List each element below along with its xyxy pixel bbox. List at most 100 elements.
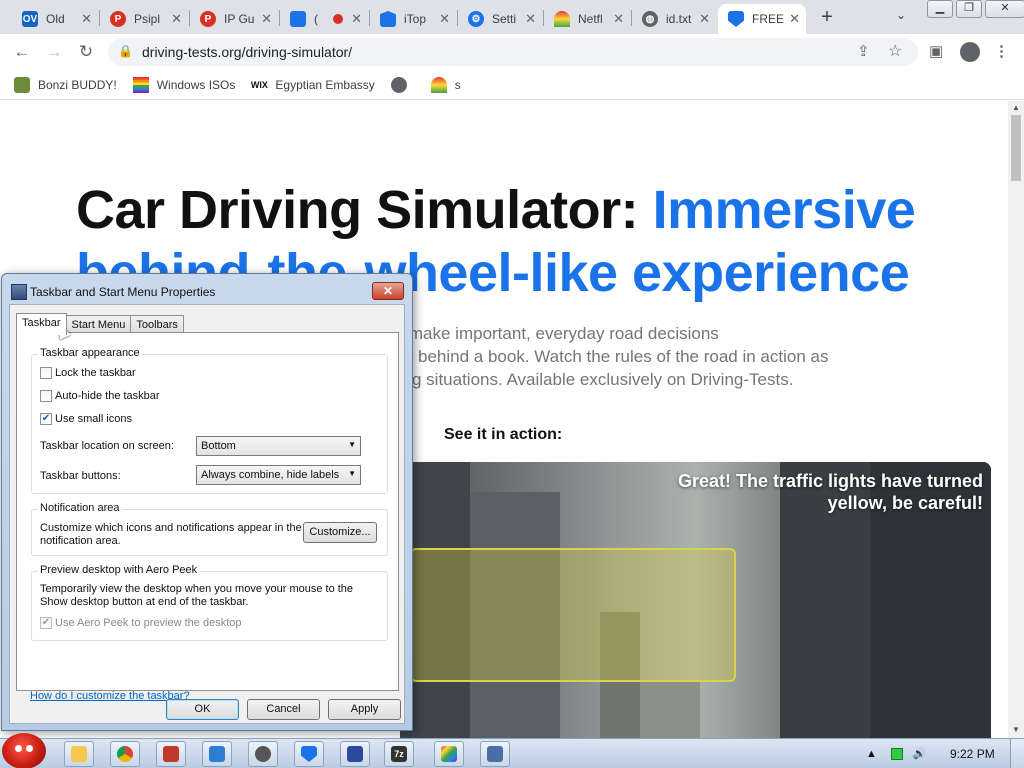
taskbar-security-button[interactable] (294, 741, 324, 767)
taskbar-chrome-button[interactable] (110, 741, 140, 767)
7zip-icon: 7z (391, 746, 407, 762)
address-bar[interactable]: 🔒 driving-tests.org/driving-simulator/ ⇪… (108, 38, 918, 66)
media-icon (163, 746, 179, 762)
small-icons-checkbox-row[interactable]: ✔ Use small icons (40, 413, 132, 425)
taskbar-buttons-select[interactable]: Always combine, hide labels ▼ (196, 465, 361, 485)
bookmark-item[interactable] (390, 76, 415, 93)
simulator-video[interactable]: Great! The traffic lights have turned ye… (400, 462, 991, 738)
group-legend: Preview desktop with Aero Peek (38, 564, 200, 576)
bookmark-item[interactable]: WIX Egyptian Embassy (251, 77, 375, 93)
tab-close-icon[interactable]: ✕ (351, 11, 362, 27)
bookmark-item[interactable]: Bonzi BUDDY! (14, 76, 117, 93)
tab-taskbar[interactable]: Taskbar (16, 313, 67, 335)
taskbar-explorer-button[interactable] (64, 741, 94, 767)
aero-peek-checkbox-row[interactable]: ✔ Use Aero Peek to preview the desktop (40, 617, 242, 629)
start-button[interactable] (2, 733, 46, 768)
new-tab-button[interactable]: + (816, 6, 838, 28)
minimize-button[interactable]: ▁ (927, 0, 953, 18)
tab-close-icon[interactable]: ✕ (613, 11, 624, 27)
lock-taskbar-checkbox[interactable] (40, 367, 52, 379)
profile-avatar-icon[interactable] (960, 42, 980, 62)
taskbar-clock[interactable]: 9:22 PM (950, 747, 995, 761)
show-desktop-button[interactable] (1010, 739, 1024, 768)
location-label: Taskbar location on screen: (40, 440, 174, 452)
menu-kebab-icon[interactable]: ⋮ (994, 42, 1009, 60)
cancel-button[interactable]: Cancel (247, 699, 320, 720)
network-icon[interactable] (890, 747, 903, 760)
bookmark-star-icon[interactable]: ☆ (888, 41, 902, 61)
browser-tab[interactable]: OV Old ✕ (12, 4, 98, 34)
scrollbar-thumb[interactable] (1011, 115, 1021, 181)
forward-arrow-icon[interactable]: → (44, 42, 64, 62)
taskbar-colors-button[interactable] (434, 741, 464, 767)
dialog-close-button[interactable]: ✕ (372, 282, 404, 300)
tab-close-icon[interactable]: ✕ (525, 11, 536, 27)
apply-button[interactable]: Apply (328, 699, 401, 720)
tab-title: id.txt (666, 12, 692, 26)
tab-strip: OV Old ✕ P Psipl ✕ P IP Gu ✕ ( ✕ iTop ✕ … (0, 0, 1024, 34)
remote-desktop-icon (209, 746, 225, 762)
folder-icon (71, 746, 87, 762)
auto-hide-checkbox[interactable] (40, 390, 52, 402)
bookmark-item[interactable]: s (430, 76, 461, 93)
bonzi-icon (14, 76, 30, 93)
scroll-down-icon[interactable]: ▼ (1012, 725, 1020, 734)
browser-tab-active[interactable]: FREE ✕ (718, 4, 806, 34)
bookmark-label: Windows ISOs (156, 77, 236, 92)
tab-close-icon[interactable]: ✕ (699, 11, 710, 27)
aero-peek-description: Temporarily view the desktop when you mo… (40, 583, 354, 608)
browser-toolbar: ← → ↻ 🔒 driving-tests.org/driving-simula… (0, 34, 1024, 70)
maximize-button[interactable]: ❐ (956, 0, 982, 18)
bookmark-label: s (454, 77, 461, 92)
tab-search-chevron-icon[interactable]: ⌄ (896, 8, 906, 22)
share-icon[interactable]: ⇪ (857, 42, 870, 60)
taskbar-media-button[interactable] (156, 741, 186, 767)
building (640, 682, 700, 738)
ok-button[interactable]: OK (166, 699, 239, 720)
taskbar-notes-button[interactable] (340, 741, 370, 767)
close-window-button[interactable]: ✕ (985, 0, 1024, 18)
taskbar-properties-dialog: Taskbar and Start Menu Properties ✕ Task… (1, 273, 413, 731)
tab-favicon-icon: P (110, 11, 126, 27)
taskbar-control-panel-button[interactable] (480, 741, 510, 767)
browser-tab[interactable]: ⚙ Setti ✕ (458, 4, 542, 34)
browser-tab[interactable]: ( ✕ (280, 4, 368, 34)
notification-description: Customize which icons and notifications … (40, 522, 302, 547)
reload-icon[interactable]: ↻ (76, 42, 96, 62)
aero-peek-checkbox[interactable]: ✔ (40, 617, 52, 629)
taskbar-psiphon-button[interactable] (248, 741, 278, 767)
bookmark-item[interactable]: Windows ISOs (132, 76, 236, 93)
tab-title: ( (314, 12, 318, 26)
url-text[interactable]: driving-tests.org/driving-simulator/ (142, 44, 352, 60)
browser-tab[interactable]: P Psipl ✕ (100, 4, 188, 34)
tab-close-icon[interactable]: ✕ (81, 11, 92, 27)
tab-close-icon[interactable]: ✕ (439, 11, 450, 27)
tab-close-icon[interactable]: ✕ (261, 11, 272, 27)
tab-title: IP Gu (224, 12, 255, 26)
volume-icon[interactable]: 🔊 (913, 747, 927, 760)
show-hidden-icons-icon[interactable]: ▲ (866, 748, 877, 760)
browser-tab[interactable]: iTop ✕ (370, 4, 456, 34)
lock-taskbar-checkbox-row[interactable]: Lock the taskbar (40, 367, 136, 379)
headline-black: Car Driving Simulator: (76, 180, 653, 240)
tab-favicon-icon: OV (22, 11, 38, 27)
page-scrollbar[interactable]: ▲ ▼ (1008, 101, 1024, 738)
tab-close-icon[interactable]: ✕ (171, 11, 182, 27)
auto-hide-checkbox-row[interactable]: Auto-hide the taskbar (40, 390, 160, 402)
tab-close-icon[interactable]: ✕ (789, 11, 800, 27)
browser-tab[interactable]: P IP Gu ✕ (190, 4, 278, 34)
location-select[interactable]: Bottom ▼ (196, 436, 361, 456)
customize-button[interactable]: Customize... (303, 522, 377, 543)
buttons-label: Taskbar buttons: (40, 470, 121, 482)
checkbox-label: Use Aero Peek to preview the desktop (55, 617, 242, 629)
side-panel-icon[interactable]: ▣ (929, 42, 943, 60)
browser-tab[interactable]: Netfl ✕ (544, 4, 630, 34)
tab-title: Old (46, 12, 65, 26)
browser-tab[interactable]: ◍ id.txt ✕ (632, 4, 716, 34)
small-icons-checkbox[interactable]: ✔ (40, 413, 52, 425)
taskbar-rdp-button[interactable] (202, 741, 232, 767)
taskbar-7zip-button[interactable]: 7z (384, 741, 414, 767)
scroll-up-icon[interactable]: ▲ (1012, 103, 1020, 112)
lock-icon[interactable]: 🔒 (118, 44, 133, 58)
back-arrow-icon[interactable]: ← (12, 42, 32, 62)
